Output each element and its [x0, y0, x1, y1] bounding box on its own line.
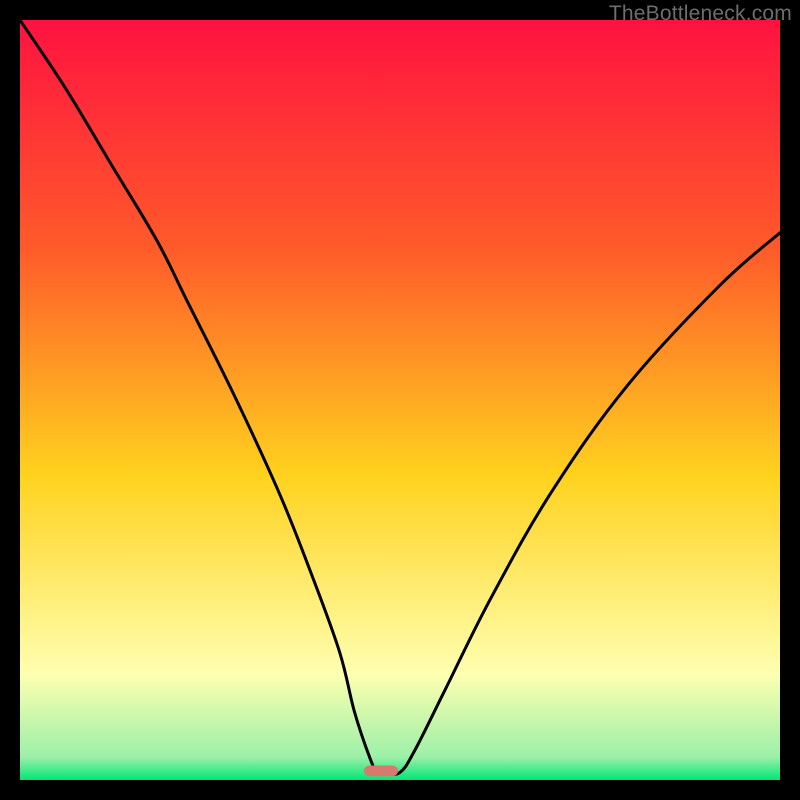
optimal-marker	[364, 766, 398, 777]
gradient-plot	[20, 20, 780, 780]
plot-area	[20, 20, 780, 780]
gradient-background	[20, 20, 780, 780]
chart-frame: TheBottleneck.com	[0, 0, 800, 800]
watermark-text: TheBottleneck.com	[609, 2, 792, 26]
